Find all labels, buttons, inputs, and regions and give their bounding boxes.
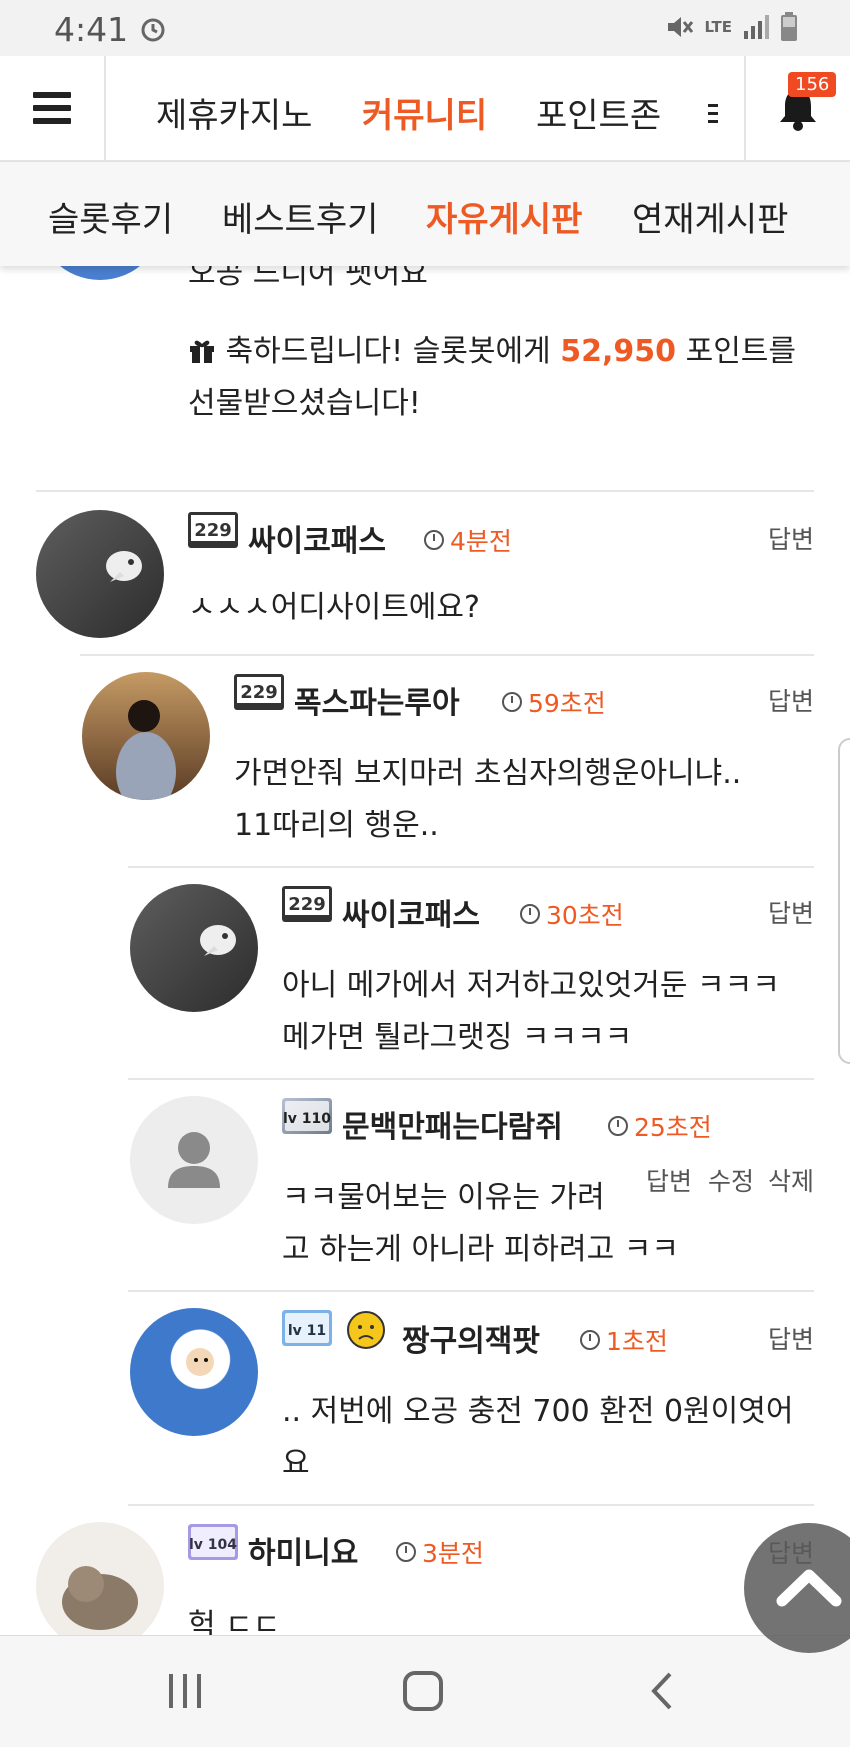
avatar[interactable]	[130, 1308, 258, 1436]
clock-icon	[502, 692, 522, 712]
back-icon[interactable]	[648, 1670, 676, 1712]
divider	[36, 490, 814, 492]
divider	[128, 1504, 814, 1506]
reply-button[interactable]: 답변	[768, 894, 814, 930]
reply-button[interactable]: 답변	[646, 1162, 692, 1198]
divider	[80, 654, 814, 656]
level-badge-icon: 229	[188, 512, 238, 548]
comment-nickname[interactable]: 폭스파는루아	[294, 678, 460, 722]
status-bar: 4:41 LTE	[0, 0, 850, 56]
edit-button[interactable]: 수정	[708, 1162, 754, 1198]
avatar[interactable]	[130, 884, 258, 1012]
signal-icon	[744, 15, 769, 39]
comment-text: 가면안줘 보지마러 초심자의행운아니냐..	[234, 756, 742, 791]
tab-best-review[interactable]: 베스트후기	[222, 192, 378, 241]
clock-icon	[608, 1116, 628, 1136]
comment-nickname[interactable]: 짱구의잭팟	[402, 1316, 540, 1360]
gift-points: 52,950	[560, 334, 677, 369]
tab-serial-board[interactable]: 연재게시판	[632, 192, 788, 241]
chevron-up-icon	[776, 1569, 842, 1607]
lte-icon: LTE	[704, 18, 732, 36]
system-navigation-bar	[0, 1635, 850, 1747]
comment-text: ㅋㅋ물어보는 이유는 가려	[282, 1180, 605, 1215]
comment-time: 4분전	[424, 522, 512, 558]
comment-time: 1초전	[580, 1322, 668, 1358]
level-badge-icon: lv 11	[282, 1310, 332, 1346]
status-time: 4:41	[54, 10, 129, 49]
avatar[interactable]	[82, 672, 210, 800]
reply-button[interactable]: 답변	[768, 520, 814, 556]
comment-list: 오공 드디어 팻어요 축하드립니다! 슬롯봇에게 52,950 포인트를 선물받…	[0, 240, 850, 1635]
comment-time: 3분전	[396, 1534, 484, 1570]
reply-button[interactable]: 답변	[768, 1320, 814, 1356]
nav-tab-casino[interactable]: 제휴카지노	[156, 88, 312, 137]
clock-icon	[396, 1542, 416, 1562]
comment-text: 11따리의 행운..	[234, 808, 439, 843]
alarm-icon	[141, 18, 165, 42]
comment-text: 요	[282, 1446, 310, 1481]
comment-text: ㅅㅅㅅ어디사이트에요?	[188, 590, 480, 625]
avatar[interactable]	[36, 510, 164, 638]
gift-message-line2: 선물받으셨습니다!	[188, 386, 421, 421]
clock-icon	[580, 1330, 600, 1350]
notification-button[interactable]: 156	[744, 56, 850, 160]
gift-text-pre: 축하드립니다! 슬롯봇에게	[225, 334, 551, 369]
reply-button[interactable]: 답변	[768, 682, 814, 718]
notification-count-badge: 156	[788, 72, 837, 97]
nav-tab-community[interactable]: 커뮤니티	[362, 88, 487, 137]
comment-text: .. 저번에 오공 충전 700 환전 0원이엿어	[282, 1394, 794, 1429]
level-badge-icon: 229	[282, 886, 332, 922]
divider	[128, 1078, 814, 1080]
level-badge-icon: lv 110	[282, 1098, 332, 1134]
avatar[interactable]	[36, 1522, 164, 1635]
level-value: lv 110	[283, 1111, 331, 1127]
comment-text: 고 하는게 아니라 피하려고 ㅋㅋ	[282, 1232, 679, 1267]
top-navigation: 제휴카지노 커뮤니티 포인트존 156	[0, 56, 850, 162]
divider	[128, 866, 814, 868]
tab-free-board[interactable]: 자유게시판	[426, 192, 582, 241]
level-value: 229	[240, 682, 278, 703]
hamburger-icon	[33, 92, 71, 124]
clock-icon	[424, 530, 444, 550]
level-value: lv 11	[288, 1323, 326, 1339]
board-tabs: 슬롯후기 베스트후기 자유게시판 연재게시판	[0, 162, 850, 266]
comment-text: 헉 ㄷㄷ	[188, 1608, 281, 1635]
nav-tab-pointzone[interactable]: 포인트존	[536, 88, 661, 137]
avatar[interactable]	[130, 1096, 258, 1224]
comment-time: 25초전	[608, 1108, 712, 1144]
sad-face-icon	[347, 1311, 385, 1349]
comment-text: 메가면 퉐라그랫징 ㅋㅋㅋㅋ	[282, 1020, 633, 1055]
mute-icon	[668, 17, 694, 37]
home-icon[interactable]	[402, 1670, 444, 1712]
default-user-icon	[168, 1132, 220, 1188]
gift-message: 축하드립니다! 슬롯봇에게 52,950 포인트를	[188, 326, 796, 378]
delete-button[interactable]: 삭제	[768, 1162, 814, 1198]
clock-icon	[520, 904, 540, 924]
comment-time: 59초전	[502, 684, 606, 720]
gift-icon	[190, 340, 214, 363]
comment-text: 아니 메가에서 저거하고있엇거둔 ㅋㅋㅋ	[282, 968, 780, 1003]
comment-nickname[interactable]: 싸이코패스	[248, 516, 386, 560]
divider	[128, 1290, 814, 1292]
comment-nickname[interactable]: 문백만패는다람쥐	[342, 1102, 563, 1146]
hamburger-menu-button[interactable]	[0, 56, 106, 160]
level-value: 229	[288, 894, 326, 915]
level-value: 229	[194, 520, 232, 541]
scroll-indicator[interactable]	[838, 738, 850, 1064]
level-badge-icon: lv 104	[188, 1524, 238, 1560]
comment-time: 30초전	[520, 896, 624, 932]
tab-slot-review[interactable]: 슬롯후기	[48, 192, 173, 241]
nav-overflow-icon[interactable]	[706, 100, 720, 128]
level-value: lv 104	[189, 1537, 237, 1553]
recent-apps-icon[interactable]	[166, 1672, 204, 1710]
level-badge-icon: 229	[234, 674, 284, 710]
gift-text-post: 포인트를	[685, 334, 796, 369]
battery-icon	[781, 12, 797, 41]
comment-nickname[interactable]: 싸이코패스	[342, 890, 480, 934]
comment-nickname[interactable]: 하미니요	[248, 1528, 358, 1572]
